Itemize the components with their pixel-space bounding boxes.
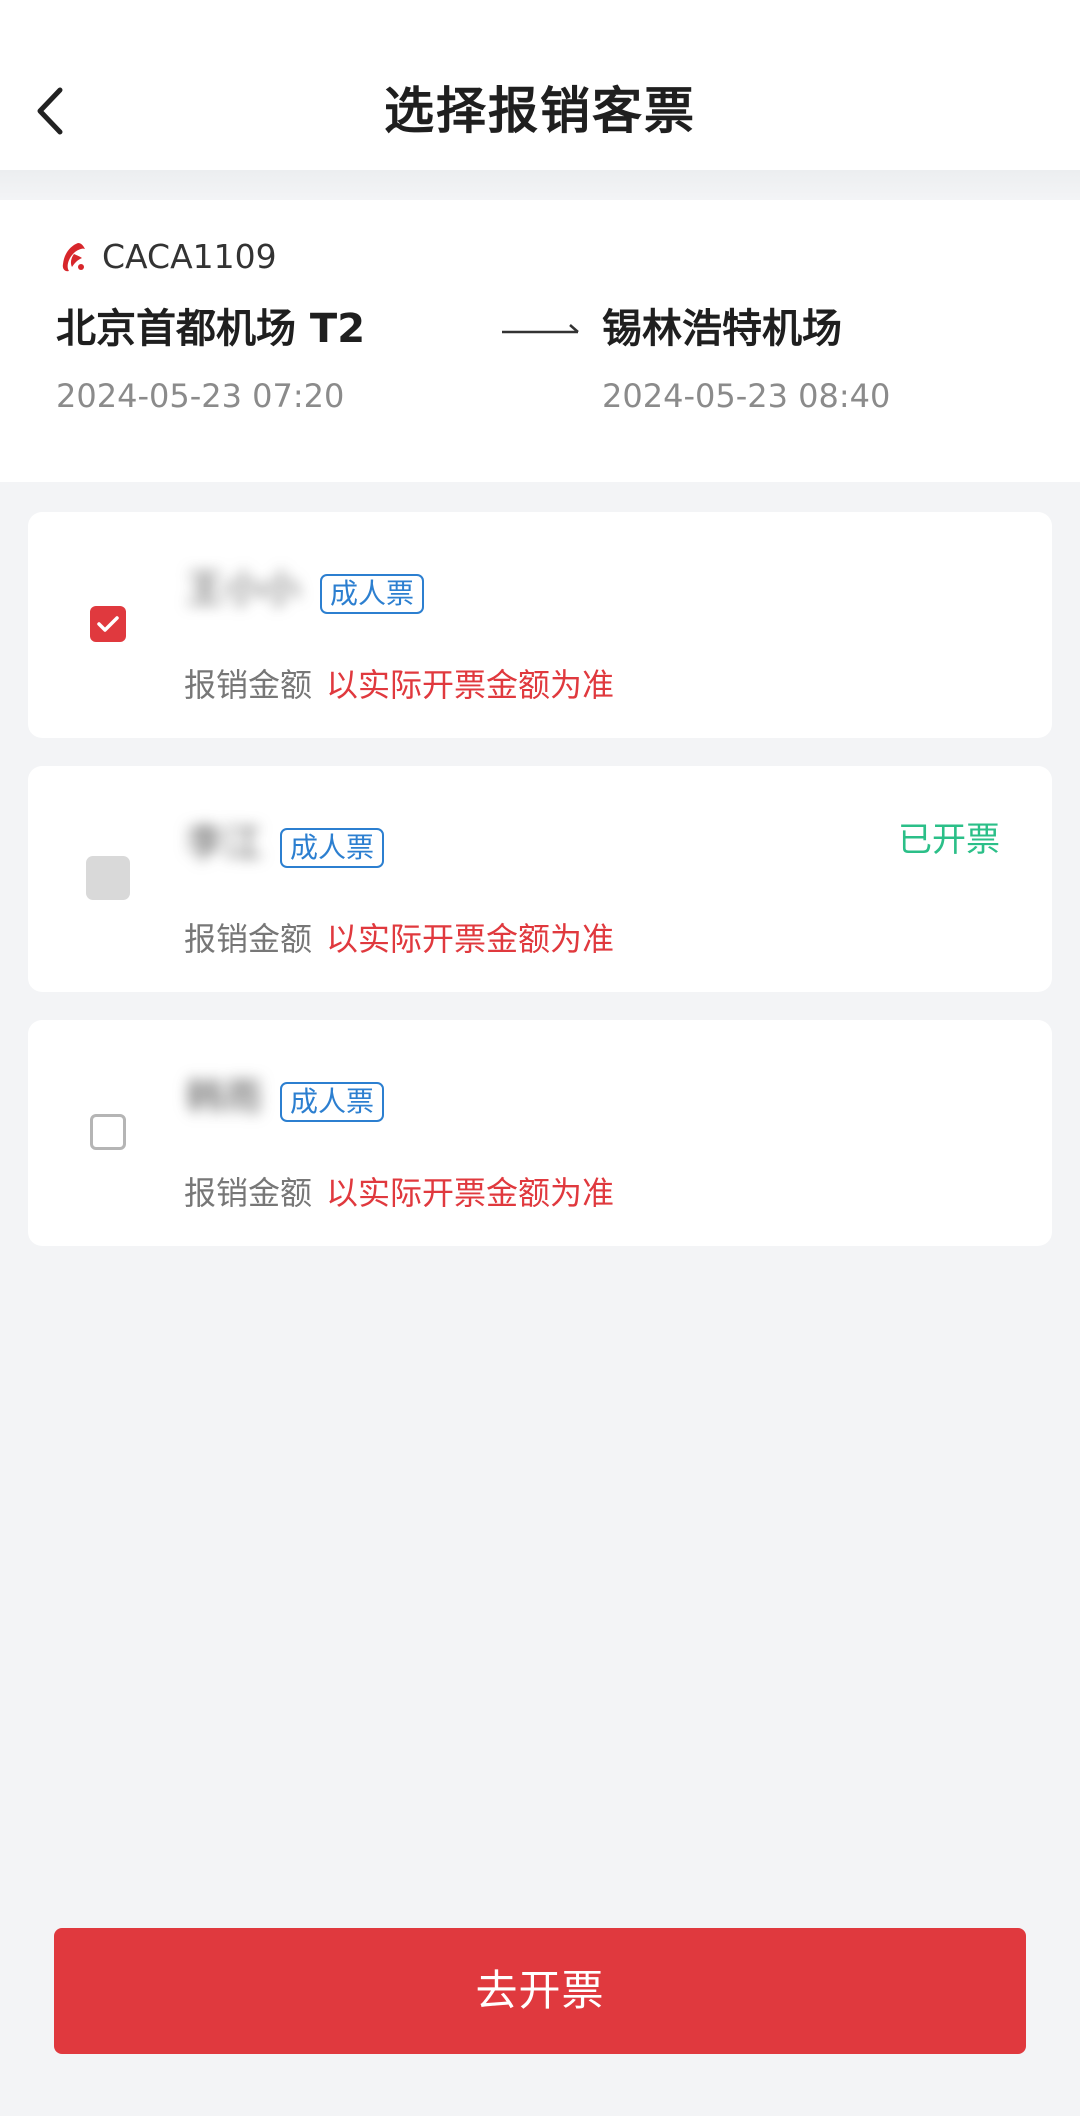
amount-value: 以实际开票金额为准 xyxy=(326,920,615,958)
arrival-time: 2024-05-23 08:40 xyxy=(602,377,891,415)
passenger-name: 王小小 xyxy=(186,567,301,611)
passenger-card[interactable]: 韩雨 成人票 报销金额 以实际开票金额为准 xyxy=(28,1020,1052,1246)
amount-label: 报销金额 xyxy=(184,920,313,958)
route-arrow-icon xyxy=(502,324,579,334)
passenger-checkbox[interactable] xyxy=(90,1114,126,1150)
ticket-type-badge: 成人票 xyxy=(280,1082,385,1122)
top-nav-bar: 选择报销客票 xyxy=(0,0,1080,170)
flight-number: CACA1109 xyxy=(102,237,277,276)
passenger-checkbox[interactable] xyxy=(90,606,126,642)
page-title: 选择报销客票 xyxy=(384,82,696,140)
passenger-card[interactable]: 王小小 成人票 报销金额 以实际开票金额为准 xyxy=(28,512,1052,738)
arrival-airport: 锡林浩特机场 xyxy=(602,306,842,352)
passenger-name: 李江 xyxy=(186,821,263,865)
ticket-type-badge: 成人票 xyxy=(320,574,425,614)
invoice-issued-status: 已开票 xyxy=(898,820,1000,860)
passenger-name: 韩雨 xyxy=(186,1075,263,1119)
issue-invoice-button[interactable]: 去开票 xyxy=(54,1928,1026,2054)
amount-value: 以实际开票金额为准 xyxy=(326,666,615,704)
airline-logo-icon xyxy=(62,243,85,272)
passenger-card: 李江 成人票 已开票 报销金额 以实际开票金额为准 xyxy=(28,766,1052,992)
reimbursement-amount-row: 报销金额 以实际开票金额为准 xyxy=(184,1170,614,1222)
amount-label: 报销金额 xyxy=(184,666,313,704)
flight-info-card: CACA1109 北京首都机场 T2 锡林浩特机场 2024-05-23 07:… xyxy=(0,200,1080,482)
reimbursement-amount-row: 报销金额 以实际开票金额为准 xyxy=(184,916,614,968)
checkmark-icon xyxy=(97,616,119,632)
amount-value: 以实际开票金额为准 xyxy=(326,1174,615,1212)
reimbursement-amount-row: 报销金额 以实际开票金额为准 xyxy=(184,662,614,714)
ticket-type-badge: 成人票 xyxy=(280,828,385,868)
passenger-checkbox-disabled xyxy=(86,856,130,900)
amount-label: 报销金额 xyxy=(184,1174,313,1212)
departure-time: 2024-05-23 07:20 xyxy=(56,377,345,415)
header-divider xyxy=(0,170,1080,200)
departure-airport: 北京首都机场 T2 xyxy=(56,306,366,352)
